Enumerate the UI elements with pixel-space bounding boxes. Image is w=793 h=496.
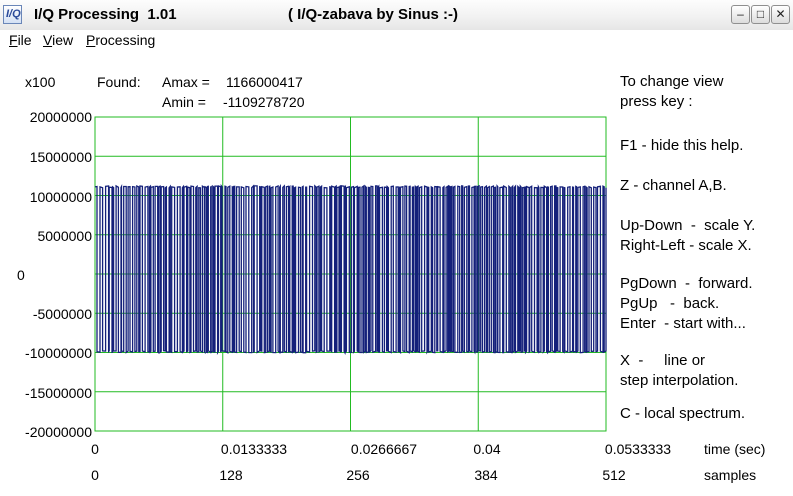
minimize-button[interactable]: –	[731, 5, 750, 24]
menu-file[interactable]: File	[9, 32, 32, 48]
plot-area[interactable]: x100 Found: Amax = 1166000417 Amin = -11…	[0, 51, 793, 496]
maximize-button[interactable]: □	[751, 5, 770, 24]
app-window: I/Q I/Q Processing 1.01 ( I/Q-zabava by …	[0, 0, 793, 496]
app-icon-text: I/Q	[6, 8, 21, 20]
menu-processing[interactable]: Processing	[86, 32, 155, 48]
menu-bar: File View Processing	[0, 30, 793, 50]
close-button[interactable]: ✕	[771, 5, 790, 24]
title-bar[interactable]: I/Q I/Q Processing 1.01 ( I/Q-zabava by …	[0, 0, 793, 31]
window-title: I/Q Processing 1.01	[34, 6, 177, 23]
signal-plot[interactable]	[0, 51, 793, 496]
menu-view[interactable]: View	[43, 32, 73, 48]
window-subtitle: ( I/Q-zabava by Sinus :-)	[288, 6, 459, 23]
app-iq-icon[interactable]: I/Q	[3, 5, 22, 24]
